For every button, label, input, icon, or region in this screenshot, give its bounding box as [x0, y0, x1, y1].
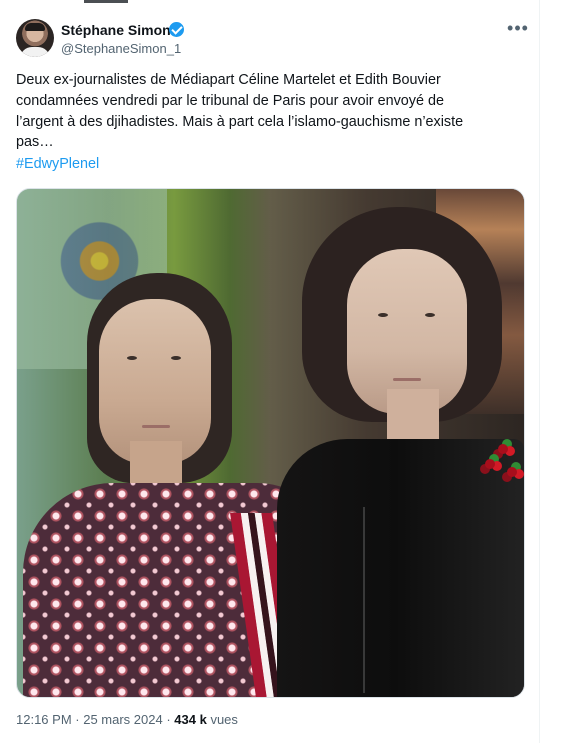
verified-badge-icon — [169, 22, 184, 37]
views-label: vues — [210, 712, 238, 727]
left-person-mouth — [142, 425, 170, 428]
timeline-border — [539, 0, 540, 743]
views-count: 434 k — [174, 712, 207, 727]
right-person-left-eye — [378, 313, 388, 317]
jacket-zipper — [363, 507, 365, 693]
author-handle[interactable]: @StephaneSimon_1 — [61, 40, 181, 57]
metadata-separator: · — [71, 712, 84, 727]
red-flower-embroidery — [485, 459, 495, 469]
avatar-hair — [25, 23, 45, 31]
tweet-metadata: 12:16 PM · 25 mars 2024 · 434 k vues — [16, 711, 238, 729]
red-flower-embroidery — [498, 444, 508, 454]
tweet-header: Stéphane Simon @StephaneSimon_1 ••• — [16, 18, 529, 60]
tweet-date[interactable]: 25 mars 2024 — [83, 712, 163, 727]
left-person-face — [99, 299, 211, 464]
tweet-photo[interactable] — [16, 188, 525, 698]
left-person-right-eye — [171, 356, 181, 360]
avatar-shirt — [20, 47, 50, 57]
tweet-time[interactable]: 12:16 PM — [16, 712, 72, 727]
hashtag-link[interactable]: #EdwyPlenel — [16, 154, 99, 174]
right-person — [277, 207, 524, 697]
red-flower-embroidery — [507, 467, 517, 477]
cropped-previous-text — [84, 0, 128, 3]
more-options-icon[interactable]: ••• — [507, 19, 529, 40]
tweet-text: Deux ex-journalistes de Médiapart Céline… — [16, 72, 464, 151]
right-person-right-eye — [425, 313, 435, 317]
author-name[interactable]: Stéphane Simon — [61, 21, 171, 39]
metadata-separator: · — [162, 712, 175, 727]
right-person-black-jacket — [277, 439, 524, 697]
left-person-left-eye — [127, 356, 137, 360]
right-person-mouth — [393, 378, 421, 381]
author-avatar[interactable] — [16, 19, 54, 57]
